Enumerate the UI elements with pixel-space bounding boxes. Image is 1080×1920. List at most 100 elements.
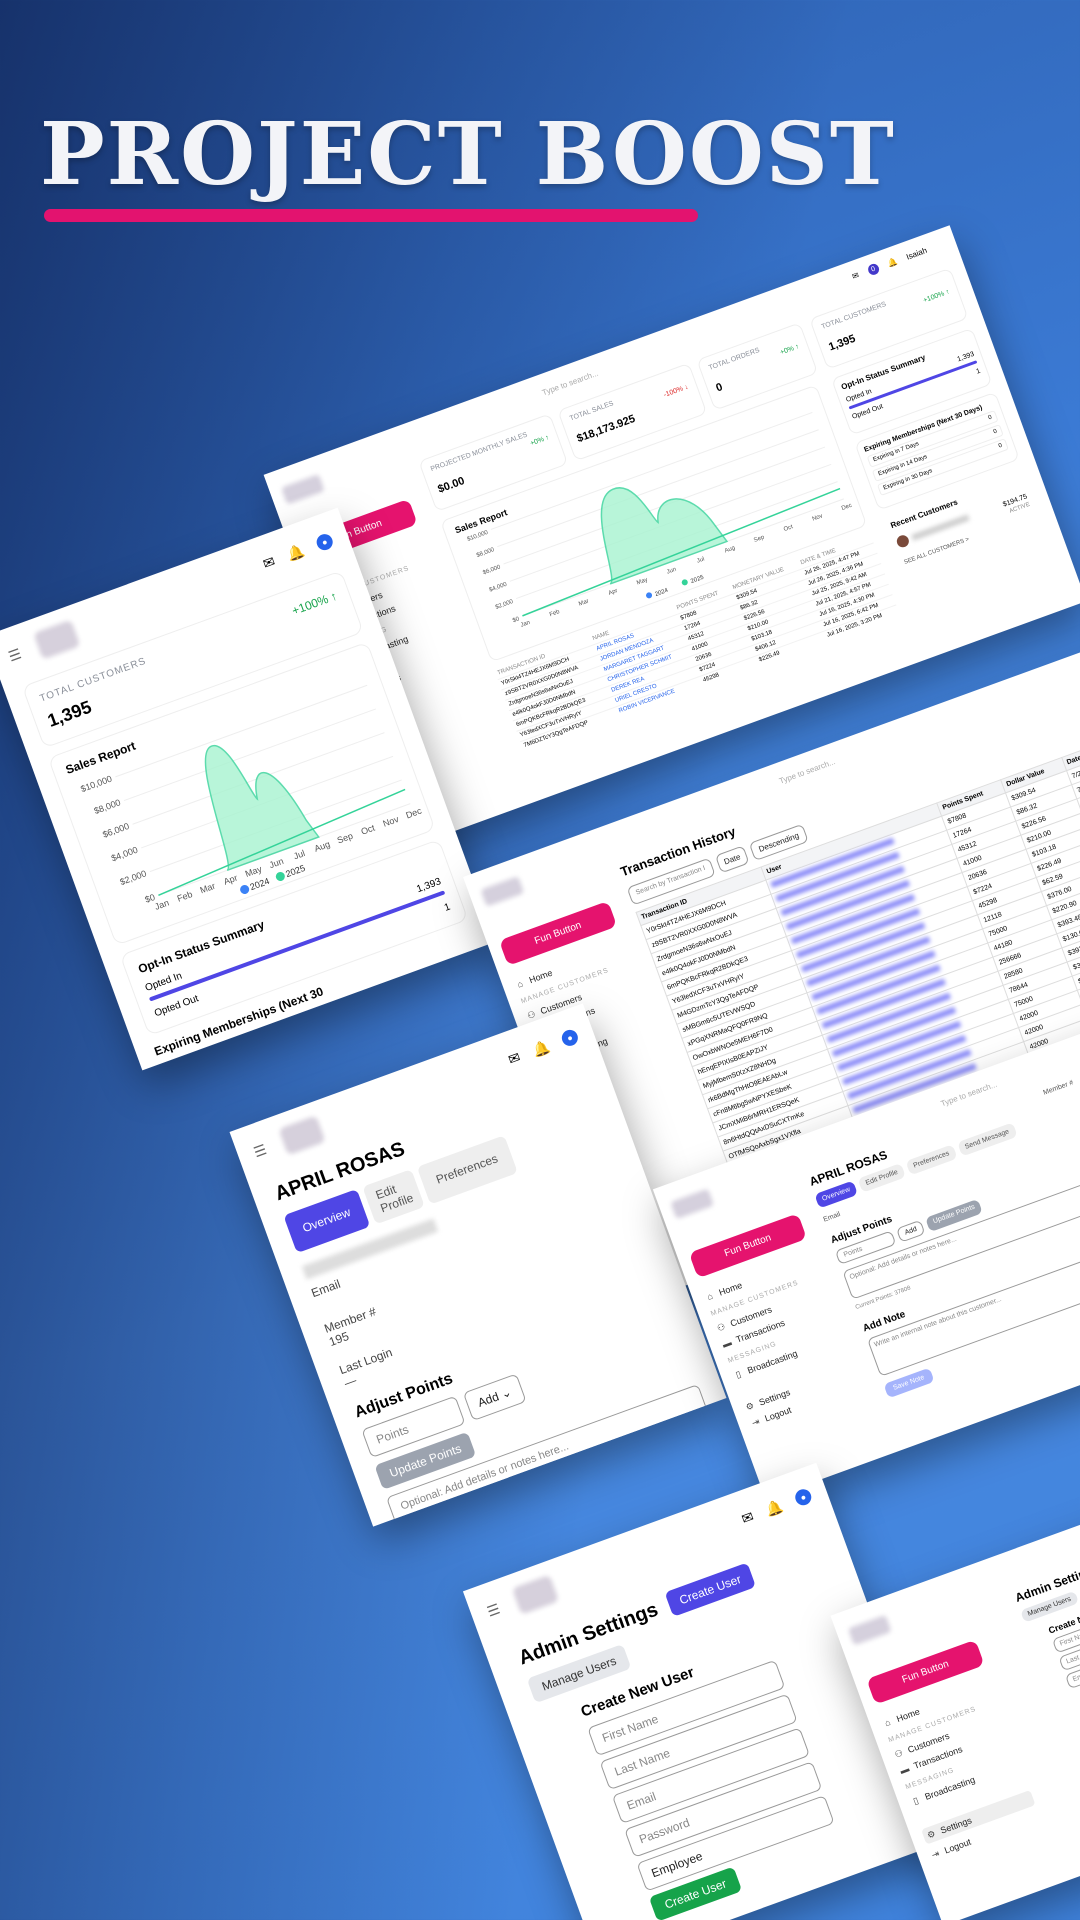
x-tick-label: Jan <box>520 620 531 629</box>
profile-icon[interactable]: ● <box>314 531 335 553</box>
legend-label-2024: 2024 <box>249 876 271 892</box>
profile-icon[interactable]: ● <box>559 1027 581 1049</box>
search-input[interactable]: Type to search... <box>541 369 600 398</box>
card-icon: ▬ <box>721 1337 733 1350</box>
logo <box>670 1188 715 1220</box>
x-tick-label: Mar <box>199 881 217 896</box>
tab-preferences[interactable]: Preferences <box>905 1144 958 1176</box>
bell-icon[interactable]: 🔔 <box>886 257 898 269</box>
mail-icon[interactable]: ✉ <box>506 1048 523 1068</box>
home-icon: ⌂ <box>705 1290 715 1302</box>
x-tick-label: Feb <box>549 609 561 618</box>
logo <box>847 1614 892 1646</box>
y-tick-label: $4,000 <box>110 845 139 864</box>
x-tick-label: Nov <box>382 814 401 829</box>
y-tick-label: $2,000 <box>495 599 515 611</box>
y-tick-label: $6,000 <box>101 821 130 840</box>
expiring-value: 0 <box>987 414 993 422</box>
legend-label-2025: 2025 <box>690 575 705 585</box>
x-tick-label: Jul <box>696 556 705 564</box>
user-name[interactable]: Isaiah <box>905 246 928 262</box>
y-tick-label: $10,000 <box>79 774 113 795</box>
y-tick-label: $10,000 <box>466 530 489 543</box>
chevron-down-icon: ⌄ <box>499 1384 514 1402</box>
search-input[interactable]: Type to search... <box>940 1080 999 1109</box>
y-tick-label: $8,000 <box>93 797 122 816</box>
mail-icon[interactable]: ✉ <box>261 552 278 572</box>
x-tick-label: May <box>244 864 264 879</box>
x-tick-label: Feb <box>176 889 194 904</box>
opted-out-value: 1 <box>442 901 452 914</box>
card-icon: ▬ <box>898 1763 911 1776</box>
banner-title: PROJECT BOOST <box>40 104 896 205</box>
x-tick-label: Sep <box>336 831 354 846</box>
x-tick-label: Oct <box>783 524 794 533</box>
x-tick-label: Aug <box>313 839 331 854</box>
menu-icon[interactable]: ☰ <box>485 1600 503 1620</box>
action-select-value: Add <box>475 1389 501 1410</box>
logo <box>511 1574 559 1615</box>
x-tick-label: Apr <box>608 588 619 597</box>
x-tick-label: Dec <box>841 503 853 512</box>
member-label: Member # <box>1042 1079 1075 1097</box>
nav-settings-label: Settings <box>939 1815 974 1836</box>
logo <box>281 474 325 505</box>
x-tick-label: Mar <box>578 598 590 607</box>
legend-marker-2024 <box>646 592 653 599</box>
series-2025-area <box>600 487 729 585</box>
logo <box>480 876 525 907</box>
tab-send-message[interactable]: Send Message <box>956 1122 1018 1157</box>
notification-count: 0 <box>866 262 881 277</box>
broadcast-icon: ▯ <box>734 1368 743 1380</box>
nav-home-label: Home <box>717 1280 744 1298</box>
mail-icon[interactable]: ✉ <box>739 1508 756 1528</box>
search-input[interactable]: Type to search... <box>778 757 837 786</box>
y-tick-label: $8,000 <box>476 547 496 559</box>
y-tick-label: $2,000 <box>118 868 147 887</box>
opted-in-bar <box>848 360 978 410</box>
sort-field-select[interactable]: Date <box>714 845 751 874</box>
bell-icon[interactable]: 🔔 <box>530 1037 552 1059</box>
users-icon: ⚇ <box>715 1321 727 1334</box>
x-tick-label: Jul <box>292 848 306 861</box>
y-tick-label: $4,000 <box>488 582 508 594</box>
x-tick-label: May <box>636 577 649 587</box>
gear-icon: ⚙ <box>744 1400 756 1413</box>
nav-home-label: Home <box>527 967 554 986</box>
table-header-cell: Date/Time <box>1061 721 1080 771</box>
broadcast-icon: ▯ <box>911 1795 920 1807</box>
x-tick-label: Aug <box>724 545 736 554</box>
y-tick-label: $6,000 <box>482 564 502 576</box>
bell-icon[interactable]: 🔔 <box>763 1497 785 1519</box>
logout-icon: ⇥ <box>930 1848 941 1861</box>
title-underline <box>44 209 698 222</box>
home-icon: ⌂ <box>515 978 525 990</box>
x-tick-label: Nov <box>812 513 824 522</box>
x-tick-label: Jun <box>666 567 677 576</box>
nav-home-label: Home <box>895 1706 922 1724</box>
bell-icon[interactable]: 🔔 <box>285 542 307 564</box>
tab-edit-profile[interactable]: Edit Profile <box>362 1169 425 1225</box>
x-tick-label: Jun <box>268 856 285 870</box>
menu-icon[interactable]: ☰ <box>251 1141 269 1161</box>
email-label: Email <box>822 1211 842 1224</box>
logo <box>278 1115 326 1156</box>
legend-label-2025: 2025 <box>284 863 306 879</box>
users-icon: ⚇ <box>893 1747 905 1760</box>
action-select[interactable]: Add <box>895 1219 926 1243</box>
logo <box>32 619 81 660</box>
gear-icon: ⚙ <box>925 1828 937 1841</box>
nav-logout-label: Logout <box>763 1404 793 1424</box>
x-tick-label: Sep <box>753 534 766 544</box>
profile-icon[interactable]: ● <box>793 1487 814 1508</box>
x-tick-label: Apr <box>222 873 239 887</box>
logout-icon: ⇥ <box>750 1416 761 1429</box>
nav-logout-label: Logout <box>943 1836 973 1856</box>
expiring-value: 0 <box>992 428 999 436</box>
mail-icon[interactable]: ✉ <box>851 271 860 282</box>
opted-out-value: 1 <box>975 367 982 376</box>
expiring-value: 0 <box>997 442 1004 450</box>
x-tick-label: Oct <box>360 822 377 836</box>
menu-icon[interactable]: ☰ <box>6 645 24 665</box>
x-tick-label: Dec <box>404 805 423 820</box>
